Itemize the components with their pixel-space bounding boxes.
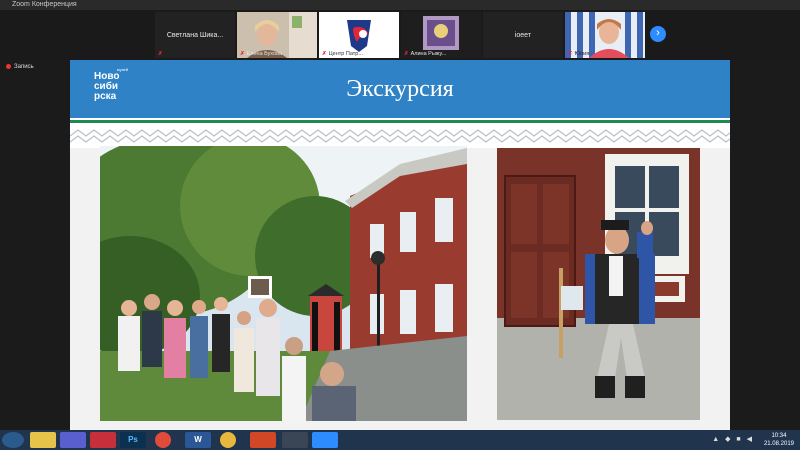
- mic-app-icon[interactable]: [282, 432, 308, 448]
- clock-time: 10:34: [771, 433, 787, 439]
- photo-excursion-group: [100, 146, 467, 421]
- slide-header: музей Ново сиби рска Экскурсия: [70, 60, 730, 118]
- word-icon[interactable]: W: [185, 432, 211, 448]
- participant-name: ioeeт: [514, 32, 532, 39]
- recording-indicator: Запись: [6, 64, 34, 70]
- explorer-icon[interactable]: [30, 432, 56, 448]
- participant-tile[interactable]: ✗ Елена Бухова: [237, 12, 317, 58]
- ornament-band: [70, 118, 730, 148]
- clock[interactable]: 10:34 21.08.2019: [764, 432, 794, 448]
- participant-tile[interactable]: ✗ Центр Патр...: [319, 12, 399, 58]
- photoshop-icon[interactable]: Ps: [120, 432, 146, 448]
- clock-date: 21.08.2019: [763, 441, 794, 447]
- participant-name: Алина Рыжу...: [410, 51, 447, 57]
- participant-tile[interactable]: ✗ Юлия: [565, 12, 645, 58]
- tray-icons[interactable]: ▲ ◆ ■ ◀: [712, 435, 754, 443]
- participant-tile[interactable]: ioeeт: [483, 12, 563, 58]
- participant-name: Юлия: [574, 51, 590, 57]
- photo-guide-in-costume: [497, 148, 700, 420]
- taskbar: Ps W ▲ ◆ ■ ◀ 10:34 21.08.2019: [0, 430, 800, 450]
- participant-muted-icon: ✗: [158, 51, 163, 57]
- participant-name: Центр Патр...: [328, 51, 363, 57]
- zoom-icon[interactable]: [60, 432, 86, 448]
- shared-slide: музей Ново сиби рска Экскурсия: [70, 60, 730, 430]
- participant-name: Елена Бухова: [246, 51, 283, 57]
- app-icon[interactable]: [90, 432, 116, 448]
- participant-strip: Светлана Шика... ✗ ✗ Елена Бухова ✗ Центр …: [0, 10, 800, 60]
- chrome-icon[interactable]: [155, 432, 171, 448]
- next-page-button[interactable]: ›: [650, 26, 666, 42]
- window-title: Zoom Конференция: [0, 0, 800, 10]
- participant-tile[interactable]: ✗ Алина Рыжу...: [401, 12, 481, 58]
- participant-tile[interactable]: Светлана Шика... ✗: [155, 12, 235, 58]
- participant-name: Светлана Шика...: [166, 32, 224, 39]
- zoom-meeting-icon[interactable]: [312, 432, 338, 448]
- powerpoint-icon[interactable]: [250, 432, 276, 448]
- slide-title: Экскурсия: [346, 76, 454, 102]
- record-icon: [6, 64, 11, 69]
- chrome-alt-icon[interactable]: [220, 432, 236, 448]
- start-button[interactable]: [2, 432, 24, 448]
- recording-label: Запись: [14, 64, 34, 71]
